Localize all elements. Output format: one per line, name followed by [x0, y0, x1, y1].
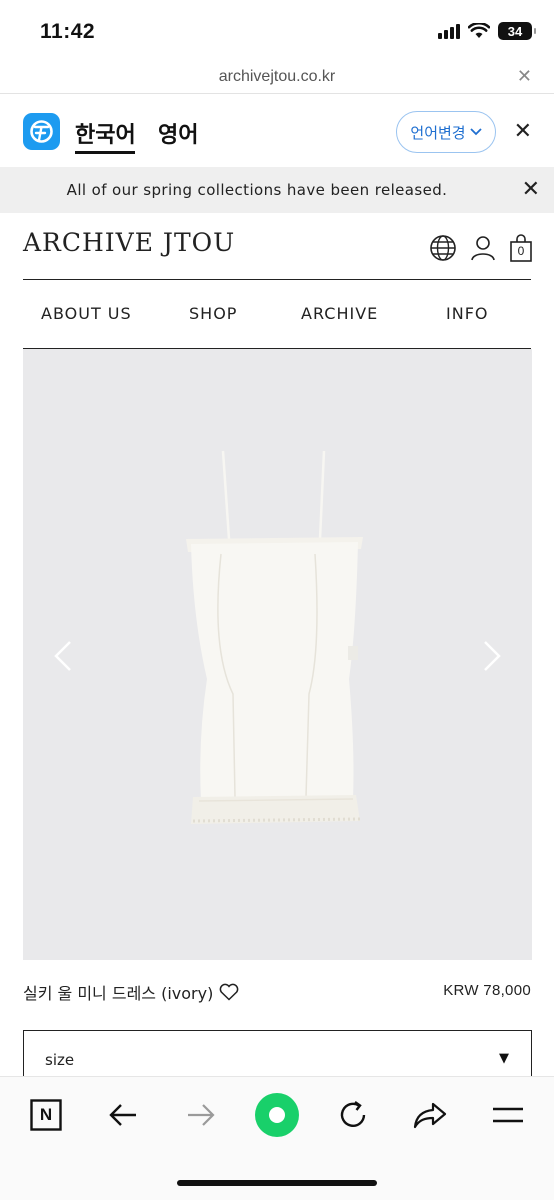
status-bar: 11:42 34 [0, 0, 554, 62]
nav-item-about-us[interactable]: ABOUT US [41, 304, 132, 323]
next-image-arrow-icon[interactable] [481, 639, 503, 673]
url-text[interactable]: archivejtou.co.kr [0, 68, 554, 86]
cart-icon[interactable]: 0 [507, 234, 535, 262]
signal-icon [438, 23, 460, 39]
dropdown-caret-icon: ▼ [499, 1051, 509, 1066]
active-tab-underline [75, 151, 135, 154]
site-logo[interactable]: ARCHIVE JTOU [23, 228, 235, 257]
change-language-button[interactable]: 언어변경 [396, 111, 496, 153]
user-icon[interactable] [469, 234, 497, 262]
close-translate-icon[interactable]: ✕ [514, 119, 532, 144]
menu-icon[interactable] [488, 1095, 528, 1135]
share-icon[interactable] [410, 1095, 450, 1135]
naver-letter: N [39, 1105, 53, 1124]
product-name: 실키 울 미니 드레스 (ivory) [23, 984, 214, 1003]
battery-icon: 34 [498, 22, 536, 40]
main-nav: ABOUT US SHOP ARCHIVE INFO [23, 279, 531, 349]
naver-icon[interactable]: N [26, 1095, 66, 1135]
forward-icon[interactable] [181, 1095, 221, 1135]
status-icons: 34 [438, 22, 536, 40]
globe-icon[interactable] [429, 234, 457, 262]
reload-icon[interactable] [333, 1095, 373, 1135]
papago-icon[interactable] [23, 113, 60, 150]
back-icon[interactable] [103, 1095, 143, 1135]
translate-bar: 한국어 영어 언어변경 ✕ [0, 95, 554, 167]
close-announcement-icon[interactable]: ✕ [522, 177, 540, 202]
green-dot-icon[interactable] [255, 1093, 299, 1137]
close-icon[interactable]: ✕ [517, 66, 532, 87]
chevron-down-icon [469, 128, 482, 136]
wifi-icon [468, 23, 490, 38]
change-language-label: 언어변경 [410, 123, 466, 142]
tab-source-lang[interactable]: 한국어 [75, 117, 136, 149]
cart-count: 0 [517, 244, 525, 258]
product-price: KRW 78,000 [443, 982, 531, 999]
prev-image-arrow-icon[interactable] [52, 639, 74, 673]
announcement-text: All of our spring collections have been … [66, 181, 448, 199]
url-bar[interactable]: archivejtou.co.kr ✕ [0, 62, 554, 94]
home-indicator[interactable] [177, 1180, 377, 1186]
nav-item-archive[interactable]: ARCHIVE [301, 304, 378, 323]
heart-icon[interactable] [219, 983, 239, 1001]
size-select-label: size [45, 1051, 75, 1069]
nav-item-info[interactable]: INFO [446, 304, 488, 323]
tab-target-lang[interactable]: 영어 [158, 117, 198, 149]
status-time: 11:42 [40, 20, 96, 43]
product-name-row: 실키 울 미니 드레스 (ivory) [23, 980, 239, 1004]
announcement-bar: All of our spring collections have been … [0, 167, 554, 213]
product-image[interactable] [23, 349, 532, 960]
nav-item-shop[interactable]: SHOP [189, 304, 237, 323]
dress-image [186, 450, 363, 824]
